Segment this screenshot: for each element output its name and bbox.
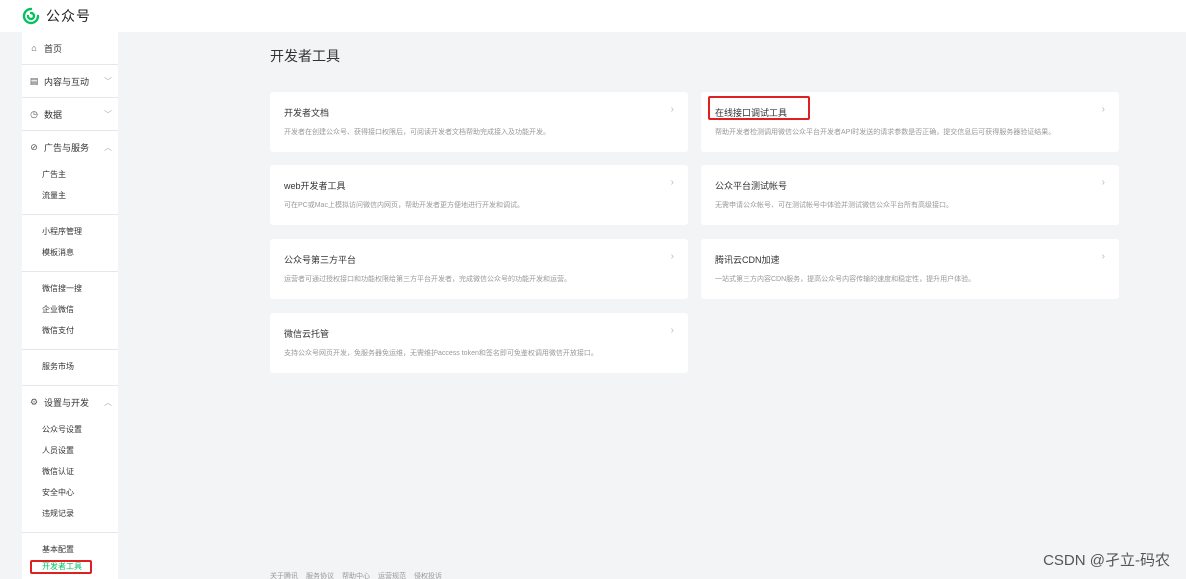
nav-data[interactable]: ◷ 数据 ﹀ bbox=[22, 98, 118, 131]
sidebar-item-publisher[interactable]: 流量主 bbox=[22, 185, 118, 206]
card-title: 腾讯云CDN加速 bbox=[715, 255, 780, 265]
card-test-account[interactable]: 公众平台测试帐号 无需申请公众帐号、可在测试帐号中体验并测试微信公众平台所有高级… bbox=[701, 165, 1119, 225]
page-title: 开发者工具 bbox=[270, 48, 340, 64]
card-desc: 一站式第三方内容CDN服务，提高公众号内容传输的速度和稳定性，提升用户体验。 bbox=[715, 276, 976, 283]
chevron-right-icon: › bbox=[1101, 251, 1105, 262]
footer-link[interactable]: 侵权投诉 bbox=[414, 571, 442, 579]
nav-home[interactable]: ⌂ 首页 bbox=[22, 32, 118, 65]
nav-content[interactable]: ▤ 内容与互动 ﹀ bbox=[22, 65, 118, 98]
chevron-right-icon: › bbox=[1101, 177, 1105, 188]
nav-ads[interactable]: ⊘ 广告与服务 ︿ bbox=[22, 131, 118, 164]
footer-link[interactable]: 服务协议 bbox=[306, 571, 334, 579]
footer-link[interactable]: 关于腾讯 bbox=[270, 571, 298, 579]
footer-link[interactable]: 运营规范 bbox=[378, 571, 406, 579]
clock-icon: ◷ bbox=[30, 108, 38, 119]
chevron-up-icon: ︿ bbox=[104, 143, 112, 152]
sidebar-item-account-settings[interactable]: 公众号设置 bbox=[22, 419, 118, 440]
card-desc: 开发者在创建公众号、获得接口权限后，可阅读开发者文档帮助完成接入及功能开发。 bbox=[284, 129, 550, 136]
nav-settings[interactable]: ⚙ 设置与开发 ︿ bbox=[22, 386, 118, 419]
card-web-devtools[interactable]: web开发者工具 可在PC或Mac上模拟访问微信内网页，帮助开发者更方便地进行开… bbox=[270, 165, 688, 225]
sidebar-item-wechat-pay[interactable]: 微信支付 bbox=[22, 320, 118, 341]
card-desc: 支持公众号网页开发，免服务器免运维，无需维护access token和签名即可免… bbox=[284, 350, 598, 357]
nav-ads-label: 广告与服务 bbox=[44, 143, 90, 153]
card-desc: 无需申请公众帐号、可在测试帐号中体验并测试微信公众平台所有高级接口。 bbox=[715, 202, 953, 209]
chevron-down-icon: ﹀ bbox=[104, 110, 112, 119]
gear-icon: ⚙ bbox=[29, 397, 39, 407]
watermark-text: CSDN @孑立-码农 bbox=[1043, 552, 1170, 569]
nav-ads-group-3: 微信搜一搜 企业微信 微信支付 bbox=[22, 272, 118, 350]
nav-settings-group-1: 公众号设置 人员设置 微信认证 安全中心 违规记录 bbox=[22, 419, 118, 533]
sidebar-item-security-center[interactable]: 安全中心 bbox=[22, 482, 118, 503]
chevron-right-icon: › bbox=[670, 251, 674, 262]
chevron-right-icon: › bbox=[670, 104, 674, 115]
card-dev-docs[interactable]: 开发者文档 开发者在创建公众号、获得接口权限后，可阅读开发者文档帮助完成接入及功… bbox=[270, 92, 688, 152]
chevron-up-icon: ︿ bbox=[104, 398, 112, 407]
app-logo-text[interactable]: 公众号 bbox=[46, 6, 91, 26]
nav-settings-group-2: 基本配置 开发者工具 bbox=[22, 533, 118, 574]
nav-content-label: 内容与互动 bbox=[44, 76, 90, 87]
nav-ads-group-2: 小程序管理 模板消息 bbox=[22, 215, 118, 272]
sidebar-item-miniprogram[interactable]: 小程序管理 bbox=[22, 221, 118, 242]
sidebar-item-member-settings[interactable]: 人员设置 bbox=[22, 440, 118, 461]
home-icon: ⌂ bbox=[31, 43, 37, 53]
document-icon: ▤ bbox=[29, 75, 39, 86]
sidebar: ⌂ 首页 ▤ 内容与互动 ﹀ ◷ 数据 ﹀ ⊘ 广告与服务 ︿ 广告主 流量主 … bbox=[22, 32, 118, 579]
card-title: 微信云托管 bbox=[284, 329, 330, 339]
main-content: 开发者工具 开发者文档 开发者在创建公众号、获得接口权限后，可阅读开发者文档帮助… bbox=[270, 32, 1130, 579]
card-desc: 帮助开发者检测调用微信公众平台开发者API时发送的请求参数是否正确，提交信息后可… bbox=[715, 129, 1056, 136]
chevron-right-icon: › bbox=[1101, 104, 1105, 115]
card-desc: 可在PC或Mac上模拟访问微信内网页，帮助开发者更方便地进行开发和调试。 bbox=[284, 202, 524, 209]
nav-data-label: 数据 bbox=[44, 109, 63, 120]
card-title: 公众平台测试帐号 bbox=[715, 181, 788, 191]
footer-link[interactable]: 帮助中心 bbox=[342, 571, 370, 579]
card-third-party-platform[interactable]: 公众号第三方平台 运营者可通过授权接口和功能权限给第三方平台开发者，完成微信公众… bbox=[270, 239, 688, 299]
card-wechat-cloud-hosting[interactable]: 微信云托管 支持公众号网页开发，免服务器免运维，无需维护access token… bbox=[270, 313, 688, 373]
card-title: 在线接口调试工具 bbox=[715, 108, 788, 118]
nav-settings-label: 设置与开发 bbox=[44, 398, 90, 408]
sidebar-item-service-market[interactable]: 服务市场 bbox=[22, 356, 118, 377]
card-online-api-debug[interactable]: 在线接口调试工具 帮助开发者检测调用微信公众平台开发者API时发送的请求参数是否… bbox=[701, 92, 1119, 152]
card-title: 开发者文档 bbox=[284, 108, 330, 118]
card-desc: 运营者可通过授权接口和功能权限给第三方平台开发者，完成微信公众号的功能开发和运营… bbox=[284, 276, 571, 283]
sidebar-item-advertiser[interactable]: 广告主 bbox=[22, 164, 118, 185]
compass-icon: ⊘ bbox=[30, 142, 38, 152]
nav-ads-group-1: 广告主 流量主 bbox=[22, 164, 118, 215]
card-tencent-cdn[interactable]: 腾讯云CDN加速 一站式第三方内容CDN服务，提高公众号内容传输的速度和稳定性，… bbox=[701, 239, 1119, 299]
sidebar-item-template-message[interactable]: 模板消息 bbox=[22, 242, 118, 263]
chevron-down-icon: ﹀ bbox=[104, 77, 112, 86]
card-title: 公众号第三方平台 bbox=[284, 255, 357, 265]
footer: 关于腾讯 服务协议 帮助中心 运营规范 侵权投诉 bbox=[270, 571, 442, 579]
wechat-logo-icon bbox=[22, 7, 40, 25]
sidebar-item-violation-record[interactable]: 违规记录 bbox=[22, 503, 118, 524]
top-bar: 公众号 bbox=[0, 0, 1186, 32]
sidebar-item-basic-config[interactable]: 基本配置 bbox=[22, 539, 118, 560]
sidebar-item-dev-tools[interactable]: 开发者工具 bbox=[30, 560, 92, 574]
chevron-right-icon: › bbox=[670, 177, 674, 188]
sidebar-item-wecom[interactable]: 企业微信 bbox=[22, 299, 118, 320]
nav-home-label: 首页 bbox=[44, 43, 63, 54]
nav-ads-group-4: 服务市场 bbox=[22, 350, 118, 386]
card-title: web开发者工具 bbox=[284, 181, 346, 191]
sidebar-item-wechat-verify[interactable]: 微信认证 bbox=[22, 461, 118, 482]
chevron-right-icon: › bbox=[670, 325, 674, 336]
sidebar-item-wechat-search[interactable]: 微信搜一搜 bbox=[22, 278, 118, 299]
